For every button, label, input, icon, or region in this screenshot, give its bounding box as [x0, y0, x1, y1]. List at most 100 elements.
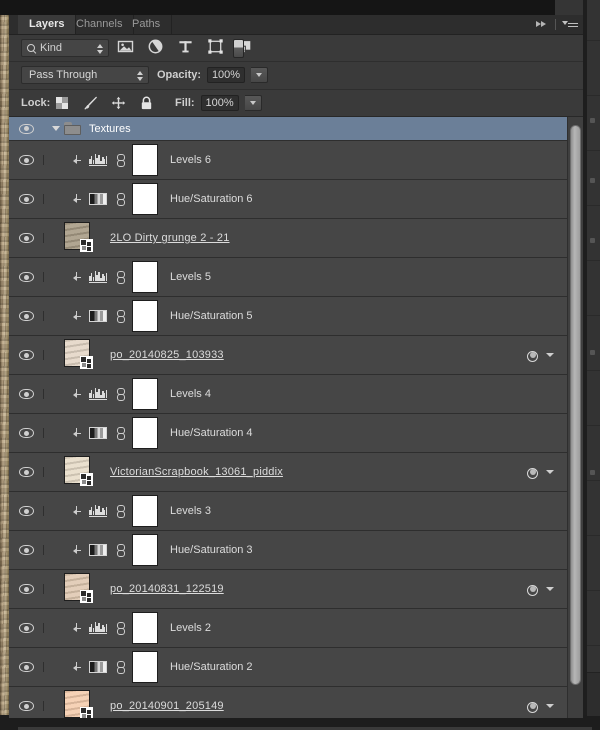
fill-input[interactable]: 100% [200, 95, 239, 111]
lock-transparent-pixels-icon[interactable] [55, 96, 70, 110]
layer-thumbnail[interactable] [86, 427, 110, 439]
smart-filter-visibility-icon[interactable] [527, 701, 541, 713]
opacity-slider-dropdown[interactable] [251, 67, 269, 83]
collapse-to-icons-icon[interactable] [536, 19, 549, 30]
layer-thumbnail[interactable] [86, 622, 110, 634]
expand-effects-chevron-icon[interactable] [546, 587, 554, 591]
filter-adjustment-icon[interactable] [147, 38, 164, 55]
mask-link-icon[interactable] [110, 504, 132, 518]
mask-link-icon[interactable] [110, 270, 132, 284]
layer-visibility-toggle[interactable] [9, 233, 44, 243]
layer-mask-thumbnail[interactable] [132, 183, 158, 215]
adjustment-layer-row[interactable]: Hue/Saturation 3 [9, 531, 568, 570]
scrollbar-thumb[interactable] [570, 125, 581, 685]
layer-visibility-toggle[interactable] [9, 506, 44, 516]
layer-mask-thumbnail[interactable] [132, 612, 158, 644]
layer-mask-thumbnail[interactable] [132, 495, 158, 527]
image-layer-row[interactable]: po_20140831_122519 [9, 570, 568, 609]
layer-thumbnail[interactable] [64, 222, 98, 254]
layer-visibility-toggle[interactable] [9, 272, 44, 282]
expand-effects-chevron-icon[interactable] [546, 353, 554, 357]
layer-visibility-toggle[interactable] [9, 584, 44, 594]
mask-link-icon[interactable] [110, 192, 132, 206]
image-layer-row[interactable]: po_20140825_103933 [9, 336, 568, 375]
layer-group-row[interactable]: Textures [9, 117, 568, 141]
image-layer-row[interactable]: 2LO Dirty grunge 2 - 21 [9, 219, 568, 258]
filter-shape-icon[interactable] [207, 38, 224, 55]
layer-mask-thumbnail[interactable] [132, 534, 158, 566]
lock-position-icon[interactable] [111, 96, 126, 110]
lock-image-pixels-icon[interactable] [83, 96, 98, 110]
layer-mask-thumbnail[interactable] [132, 651, 158, 683]
adjustment-layer-row[interactable]: Hue/Saturation 2 [9, 648, 568, 687]
image-layer-row[interactable]: po_20140901_205149 [9, 687, 568, 718]
eye-icon [18, 389, 34, 399]
opacity-input[interactable]: 100% [207, 67, 246, 83]
panel-menu-icon[interactable] [562, 19, 578, 30]
layer-mask-thumbnail[interactable] [132, 300, 158, 332]
layer-thumbnail[interactable] [86, 271, 110, 283]
filter-enable-toggle[interactable] [233, 39, 244, 58]
mask-link-icon[interactable] [110, 621, 132, 635]
adjustment-layer-row[interactable]: Levels 6 [9, 141, 568, 180]
filter-type-icon[interactable] [177, 38, 194, 55]
layer-group-name: Textures [89, 122, 131, 135]
adjustment-layer-row[interactable]: Levels 3 [9, 492, 568, 531]
blend-mode-select[interactable]: Pass Through [21, 66, 149, 84]
layer-thumbnail[interactable] [64, 690, 98, 718]
mask-link-icon[interactable] [110, 660, 132, 674]
layer-visibility-toggle[interactable] [9, 428, 44, 438]
layer-thumbnail[interactable] [64, 456, 98, 488]
layer-visibility-toggle[interactable] [9, 467, 44, 477]
filter-pixel-icon[interactable] [117, 38, 134, 55]
layer-visibility-toggle[interactable] [9, 545, 44, 555]
fill-slider-dropdown[interactable] [244, 95, 262, 111]
eye-icon [18, 623, 34, 633]
adjustment-layer-row[interactable]: Levels 5 [9, 258, 568, 297]
mask-link-icon[interactable] [110, 153, 132, 167]
layer-thumbnail[interactable] [86, 388, 110, 400]
mask-link-icon[interactable] [110, 426, 132, 440]
layer-thumbnail[interactable] [64, 339, 98, 371]
layer-visibility-toggle[interactable] [9, 155, 44, 165]
lock-all-icon[interactable] [139, 96, 154, 110]
adjustment-layer-row[interactable]: Levels 2 [9, 609, 568, 648]
layer-mask-thumbnail[interactable] [132, 261, 158, 293]
layer-list-scrollbar[interactable] [567, 117, 583, 718]
expand-effects-chevron-icon[interactable] [546, 470, 554, 474]
smart-filter-visibility-icon[interactable] [527, 467, 541, 479]
layer-mask-thumbnail[interactable] [132, 378, 158, 410]
adjustment-layer-row[interactable]: Hue/Saturation 4 [9, 414, 568, 453]
image-layer-row[interactable]: VictorianScrapbook_13061_piddix [9, 453, 568, 492]
adjustment-layer-row[interactable]: Levels 4 [9, 375, 568, 414]
layer-mask-thumbnail[interactable] [132, 417, 158, 449]
layer-visibility-toggle[interactable] [9, 194, 44, 204]
layer-thumbnail[interactable] [86, 193, 110, 205]
mask-link-icon[interactable] [110, 387, 132, 401]
layer-visibility-toggle[interactable] [9, 123, 43, 134]
adjustment-layer-row[interactable]: Hue/Saturation 5 [9, 297, 568, 336]
smart-filter-visibility-icon[interactable] [527, 584, 541, 596]
expand-effects-chevron-icon[interactable] [546, 704, 554, 708]
layer-thumbnail[interactable] [86, 154, 110, 166]
tab-paths[interactable]: Paths [121, 15, 173, 34]
layer-visibility-toggle[interactable] [9, 389, 44, 399]
layer-visibility-toggle[interactable] [9, 623, 44, 633]
layer-thumbnail[interactable] [86, 661, 110, 673]
layer-thumbnail[interactable] [64, 573, 98, 605]
smart-filter-visibility-icon[interactable] [527, 350, 541, 362]
chevron-down-icon[interactable] [52, 126, 60, 131]
layer-thumbnail[interactable] [86, 544, 110, 556]
layer-thumbnail[interactable] [86, 310, 110, 322]
mask-link-icon[interactable] [110, 309, 132, 323]
layer-visibility-toggle[interactable] [9, 701, 44, 711]
mask-link-icon[interactable] [110, 543, 132, 557]
filter-kind-select[interactable]: Kind [21, 39, 109, 57]
adjustment-layer-row[interactable]: Hue/Saturation 6 [9, 180, 568, 219]
layer-visibility-toggle[interactable] [9, 311, 44, 321]
layer-thumbnail[interactable] [86, 505, 110, 517]
layer-mask-thumbnail[interactable] [132, 144, 158, 176]
layer-visibility-toggle[interactable] [9, 350, 44, 360]
tab-channels-label: Channels [76, 18, 123, 30]
layer-visibility-toggle[interactable] [9, 662, 44, 672]
